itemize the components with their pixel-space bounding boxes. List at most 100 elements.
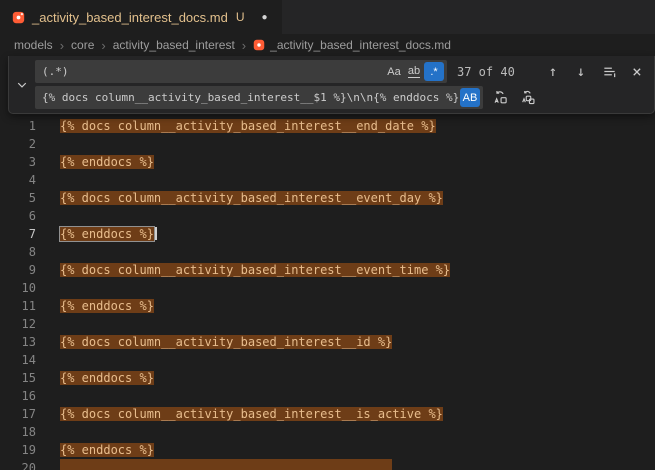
text-cursor xyxy=(155,227,157,240)
dbt-icon xyxy=(12,11,25,24)
git-status-badge: U xyxy=(236,10,245,24)
find-match-highlight: {% docs column__activity_based_interest_… xyxy=(60,191,443,205)
next-match-icon[interactable]: ↓ xyxy=(570,61,592,83)
breadcrumb-file-label: _activity_based_interest_docs.md xyxy=(270,38,451,52)
editor-line[interactable]: 4 xyxy=(0,171,655,189)
line-number: 12 xyxy=(0,315,36,333)
breadcrumb-separator: › xyxy=(101,38,105,53)
editor-line[interactable]: 8 xyxy=(0,243,655,261)
find-match-highlight: {% docs column__activity_based_interest_… xyxy=(60,263,450,277)
replace-input[interactable]: {% docs column__activity_based_interest_… xyxy=(35,86,483,109)
dbt-icon xyxy=(253,39,265,51)
line-number: 9 xyxy=(0,261,36,279)
find-input[interactable]: (.*) Aa ab .* xyxy=(35,60,447,83)
line-number: 15 xyxy=(0,369,36,387)
line-number: 4 xyxy=(0,171,36,189)
vscode-window: _activity_based_interest_docs.md U ● mod… xyxy=(0,0,655,470)
editor-lines: 1 {% docs column__activity_based_interest… xyxy=(0,56,655,470)
whole-word-label: ab xyxy=(408,66,420,78)
breadcrumb-separator: › xyxy=(242,38,246,53)
line-number: 10 xyxy=(0,279,36,297)
tab-bar: _activity_based_interest_docs.md U ● xyxy=(0,0,655,34)
line-content: {% docs column__activity_based_interest_… xyxy=(60,189,443,207)
editor-line[interactable]: 11 {% enddocs %} xyxy=(0,297,655,315)
line-number: 14 xyxy=(0,351,36,369)
editor-line[interactable]: 16 xyxy=(0,387,655,405)
find-match-highlight: {% docs column__activity_based_interest_… xyxy=(60,407,443,421)
find-match-highlight: {% docs column__activity_based_interest_… xyxy=(60,335,392,349)
line-number: 6 xyxy=(0,207,36,225)
replace-one-icon[interactable] xyxy=(489,87,511,109)
line-number: 18 xyxy=(0,423,36,441)
line-number: 11 xyxy=(0,297,36,315)
find-row: (.*) Aa ab .* 37 of 40 ↑ ↓ × xyxy=(35,60,648,83)
breadcrumb-item-file[interactable]: _activity_based_interest_docs.md xyxy=(253,38,451,52)
line-number: 5 xyxy=(0,189,36,207)
editor-line[interactable]: 18 xyxy=(0,423,655,441)
line-number: 7 xyxy=(0,225,36,243)
unsaved-changes-dot[interactable]: ● xyxy=(262,12,268,23)
breadcrumb: models › core › activity_based_interest … xyxy=(0,34,655,56)
replace-all-icon[interactable] xyxy=(517,87,539,109)
editor-line[interactable]: 9 {% docs column__activity_based_interest… xyxy=(0,261,655,279)
line-content: {% docs column__activity_based_interest_… xyxy=(60,117,436,135)
line-number: 16 xyxy=(0,387,36,405)
line-content: {% enddocs %} xyxy=(60,153,154,171)
replace-value: {% docs column__activity_based_interest_… xyxy=(42,91,460,104)
find-results-count: 37 of 40 xyxy=(457,65,515,79)
editor-line[interactable]: 3 {% enddocs %} xyxy=(0,153,655,171)
line-content: {% docs column__activity_based_interest_… xyxy=(60,405,443,423)
line-number: 17 xyxy=(0,405,36,423)
breadcrumb-item-core[interactable]: core xyxy=(71,38,94,52)
find-query: (.*) xyxy=(42,65,384,78)
line-content: {% enddocs %} xyxy=(60,441,154,459)
line-number: 20 xyxy=(0,459,36,470)
previous-match-icon[interactable]: ↑ xyxy=(542,61,564,83)
editor-line[interactable]: 19 {% enddocs %} xyxy=(0,441,655,459)
replace-row: {% docs column__activity_based_interest_… xyxy=(35,86,648,109)
find-match-highlight-partial xyxy=(60,459,392,470)
current-find-match: {% enddocs %} xyxy=(60,227,154,241)
line-content xyxy=(60,459,392,470)
breadcrumb-item-activity-based-interest[interactable]: activity_based_interest xyxy=(113,38,235,52)
line-number: 1 xyxy=(0,117,36,135)
tab-filename: _activity_based_interest_docs.md xyxy=(32,10,228,25)
editor-line[interactable]: 2 xyxy=(0,135,655,153)
line-content: {% enddocs %} xyxy=(60,225,157,243)
close-find-widget-icon[interactable]: × xyxy=(626,61,648,83)
editor-line[interactable]: 12 xyxy=(0,315,655,333)
editor-line[interactable]: 17 {% docs column__activity_based_interes… xyxy=(0,405,655,423)
preserve-case-toggle[interactable]: AB xyxy=(460,88,480,107)
tab-active-file[interactable]: _activity_based_interest_docs.md U ● xyxy=(0,0,282,34)
find-replace-widget: (.*) Aa ab .* 37 of 40 ↑ ↓ × xyxy=(8,56,655,114)
editor-line[interactable]: 20 xyxy=(0,459,655,470)
find-in-selection-icon[interactable] xyxy=(598,61,620,83)
editor-line[interactable]: 15 {% enddocs %} xyxy=(0,369,655,387)
find-match-highlight: {% enddocs %} xyxy=(60,155,154,169)
toggle-replace-chevron-icon[interactable] xyxy=(9,60,35,109)
whole-word-toggle[interactable]: ab xyxy=(404,62,424,81)
line-number: 8 xyxy=(0,243,36,261)
editor-line[interactable]: 7 {% enddocs %} xyxy=(0,225,655,243)
breadcrumb-separator: › xyxy=(60,38,64,53)
find-match-highlight: {% enddocs %} xyxy=(60,371,154,385)
line-content: {% enddocs %} xyxy=(60,297,154,315)
editor-line[interactable]: 5 {% docs column__activity_based_interest… xyxy=(0,189,655,207)
regex-toggle[interactable]: .* xyxy=(424,62,444,81)
line-content: {% enddocs %} xyxy=(60,369,154,387)
line-content: {% docs column__activity_based_interest_… xyxy=(60,333,392,351)
find-match-highlight: {% enddocs %} xyxy=(60,299,154,313)
find-match-highlight: {% docs column__activity_based_interest_… xyxy=(60,119,436,133)
editor-line[interactable]: 10 xyxy=(0,279,655,297)
editor-line[interactable]: 13{% docs column__activity_based_interes… xyxy=(0,333,655,351)
breadcrumb-item-models[interactable]: models xyxy=(14,38,53,52)
editor-line[interactable]: 6 xyxy=(0,207,655,225)
editor-line[interactable]: 14 xyxy=(0,351,655,369)
line-content: {% docs column__activity_based_interest_… xyxy=(60,261,450,279)
line-number: 19 xyxy=(0,441,36,459)
match-case-toggle[interactable]: Aa xyxy=(384,62,404,81)
line-number: 2 xyxy=(0,135,36,153)
editor-line[interactable]: 1 {% docs column__activity_based_interest… xyxy=(0,117,655,135)
editor-pane[interactable]: (.*) Aa ab .* 37 of 40 ↑ ↓ × xyxy=(0,56,655,470)
line-number: 3 xyxy=(0,153,36,171)
